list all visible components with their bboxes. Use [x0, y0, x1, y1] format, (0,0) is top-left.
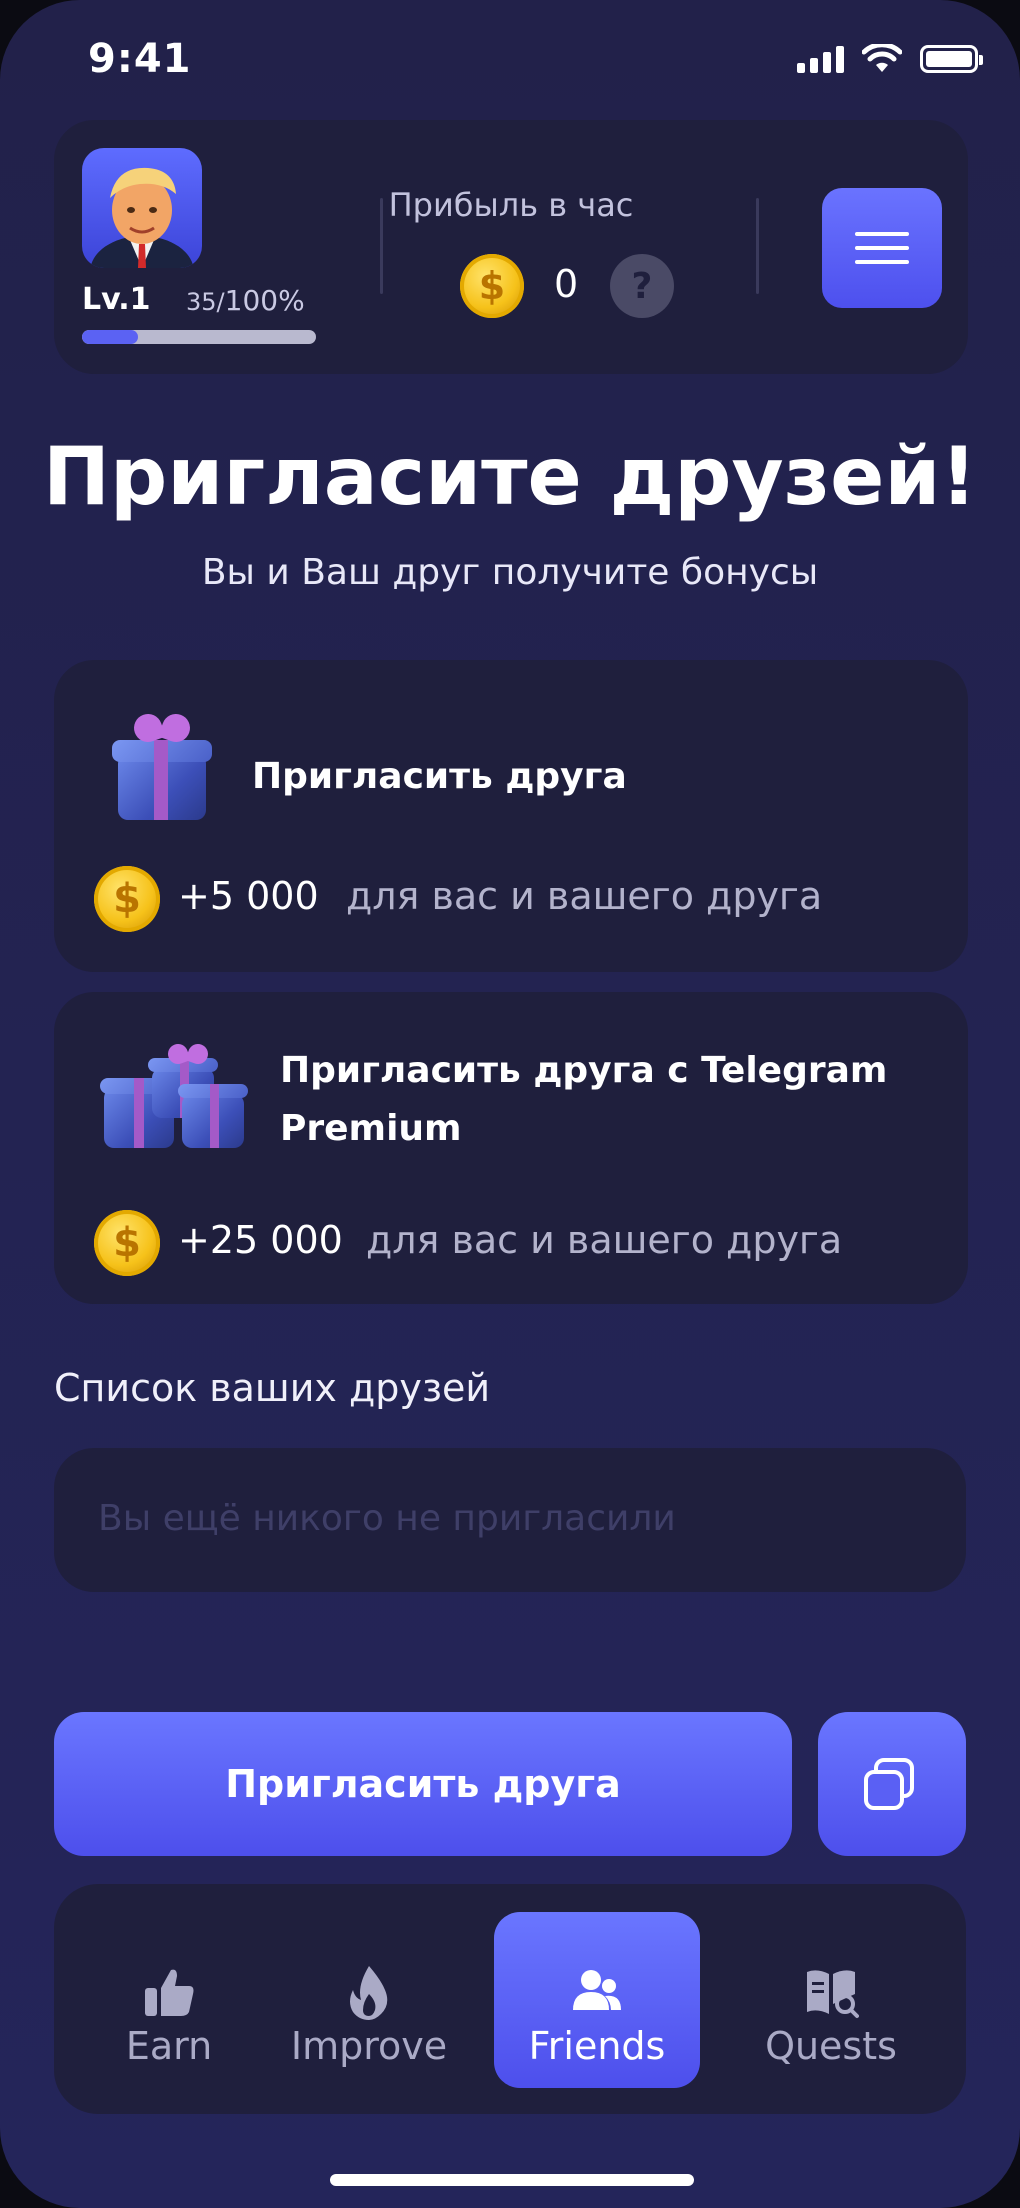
nav-item-earn[interactable]: Earn	[82, 1912, 256, 2088]
page-title: Пригласите друзей!	[43, 430, 977, 523]
menu-line	[855, 260, 909, 264]
coin-icon: $	[460, 254, 524, 318]
help-button[interactable]: ?	[610, 254, 674, 318]
home-indicator	[330, 2174, 694, 2186]
nav-label: Friends	[528, 2024, 666, 2068]
avatar[interactable]	[82, 148, 202, 268]
battery-icon	[920, 45, 983, 73]
users-icon	[573, 1970, 621, 2010]
profit-label: Прибыль в час	[388, 186, 634, 224]
coin-icon: $	[94, 1210, 160, 1276]
reward-description: для вас и вашего друга	[366, 1218, 843, 1262]
book-search-icon	[807, 1970, 859, 2018]
menu-line	[855, 246, 909, 250]
profile-header: Lv.1 35/100% Прибыль в час $ 0 ?	[54, 120, 968, 374]
signal-icon	[797, 45, 844, 73]
gift-icon	[110, 710, 220, 824]
card-title: Пригласить друга	[252, 756, 627, 797]
level-progress-fill	[82, 330, 139, 344]
friends-empty-message: Вы ещё никого не пригласили	[98, 1498, 676, 1539]
invite-friend-card[interactable]: Пригласить друга $ +5 000 для вас и ваше…	[54, 660, 968, 972]
menu-line	[855, 232, 909, 236]
reward-amount: +25 000	[178, 1218, 343, 1262]
card-title-line: Пригласить друга с Telegram	[280, 1050, 888, 1091]
level-progress-current: 35/	[186, 288, 225, 316]
profit-value: 0	[554, 262, 579, 306]
app-screen: 9:41 Lv.1 35/100% Прибыль в час $ 0 ? Пр…	[0, 0, 1020, 2208]
invite-friend-button[interactable]: Пригласить друга	[54, 1712, 792, 1856]
menu-button[interactable]	[822, 188, 942, 308]
level-progress-bar	[82, 330, 316, 344]
status-icons	[797, 44, 983, 74]
nav-item-quests[interactable]: Quests	[718, 1912, 944, 2088]
thumbs-up-icon	[145, 1969, 194, 2016]
invite-premium-friend-card[interactable]: Пригласить друга с Telegram Premium $ +2…	[54, 992, 968, 1304]
card-title: Пригласить друга с Telegram Premium	[280, 1042, 887, 1158]
nav-label: Improve	[290, 2024, 448, 2068]
reward-description: для вас и вашего друга	[346, 874, 823, 918]
copy-link-button[interactable]	[818, 1712, 966, 1856]
level-progress-percent: 100%	[224, 284, 305, 317]
page-subtitle: Вы и Ваш друг получите бонусы	[201, 552, 819, 593]
nav-label: Quests	[765, 2024, 897, 2068]
nav-item-friends[interactable]: Friends	[494, 1912, 700, 2088]
status-time: 9:41	[88, 36, 192, 82]
level-progress-text: 35/100%	[186, 284, 305, 317]
bottom-navigation: Earn Improve Friends Quests	[54, 1884, 966, 2114]
flame-icon	[350, 1966, 388, 2020]
divider	[756, 198, 759, 294]
nav-label: Earn	[125, 2024, 213, 2068]
friends-list-title: Список ваших друзей	[54, 1366, 491, 1410]
gifts-icon	[100, 1041, 250, 1154]
friends-list: Вы ещё никого не пригласили	[54, 1448, 966, 1592]
card-title-line: Premium	[280, 1108, 462, 1149]
nav-item-improve[interactable]: Improve	[264, 1912, 474, 2088]
reward-amount: +5 000	[178, 874, 319, 918]
coin-icon: $	[94, 866, 160, 932]
level-label: Lv.1	[82, 282, 151, 317]
avatar-portrait-icon	[90, 167, 194, 268]
wifi-icon	[862, 44, 902, 72]
